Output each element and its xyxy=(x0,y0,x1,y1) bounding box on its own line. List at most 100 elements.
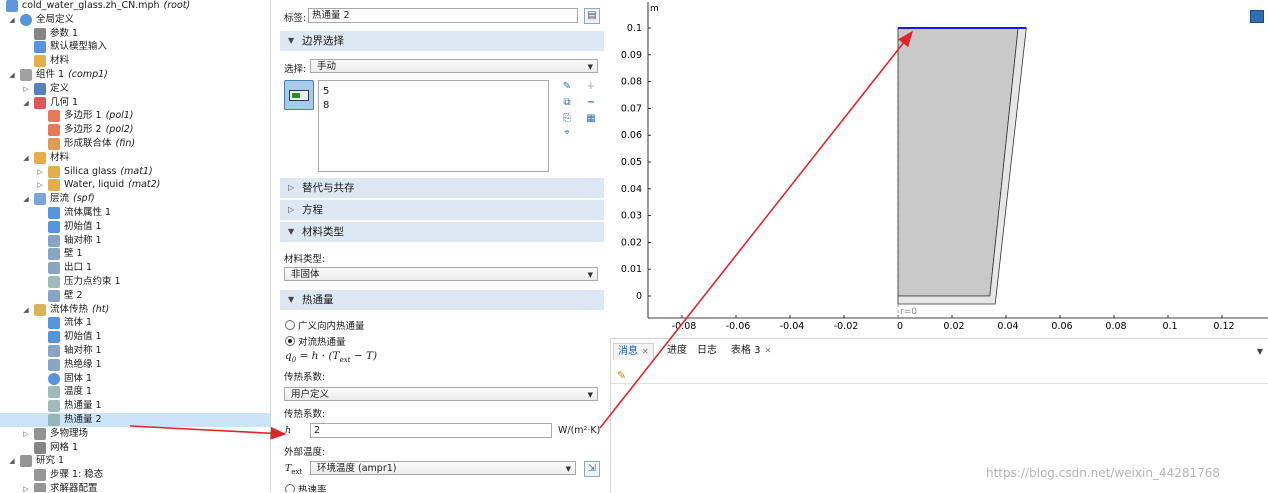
tree-item[interactable]: 热绝缘 1 xyxy=(0,358,270,372)
close-icon[interactable]: ✕ xyxy=(765,346,772,355)
tree-item[interactable]: 壁 2 xyxy=(0,289,270,303)
tree-item[interactable]: 压力点约束 1 xyxy=(0,275,270,289)
graphics-window[interactable]: m 0.1 0.09 0.08 0.07 0.06 0.05 0.04 0.03 0.02 0.01… xyxy=(612,0,1268,332)
section-equation[interactable]: ▷ 方程 xyxy=(280,200,604,220)
tree-item[interactable]: 轴对称 1 xyxy=(0,234,270,248)
close-icon[interactable]: ✕ xyxy=(642,347,649,356)
radio-general-inward[interactable] xyxy=(285,320,295,330)
tree-item-label: 多边形 1 (pol1) xyxy=(64,110,134,122)
messages-tab[interactable]: 进度 xyxy=(663,343,691,359)
graphics-toolbar-icon[interactable] xyxy=(1250,10,1264,23)
tree-item[interactable]: ▷ Water, liquid (mat2) xyxy=(0,178,270,192)
geometry-plot[interactable]: m 0.1 0.09 0.08 0.07 0.06 0.05 0.04 0.03 0.02 0.01… xyxy=(612,0,1268,332)
ext-temp-dropdown[interactable]: 环境温度 (ampr1) ▼ xyxy=(310,461,576,475)
y-tick-label: 0.06 xyxy=(621,130,642,141)
tree-item[interactable]: 热通量 2 xyxy=(0,413,270,427)
section-boundary-selection[interactable]: ▼ 边界选择 xyxy=(280,31,604,51)
tree-item[interactable]: ▷ Silica glass (mat1) xyxy=(0,165,270,179)
messages-tab[interactable]: 消息 ✕ xyxy=(613,343,654,360)
tree-item[interactable]: ▷ 定义 xyxy=(0,82,270,96)
add-to-selection-icon[interactable]: ✎ xyxy=(560,80,574,94)
tree-item[interactable]: 热通量 1 xyxy=(0,399,270,413)
go-to-source-icon[interactable]: ⇲ xyxy=(584,461,600,477)
messages-tab[interactable]: 表格 3 ✕ xyxy=(727,343,775,359)
tree-item[interactable]: 固体 1 xyxy=(0,372,270,386)
y-tick-label: 0.07 xyxy=(621,103,642,114)
tree-item[interactable]: ◢ 层流 (spf) xyxy=(0,192,270,206)
label-icon[interactable]: ▤ xyxy=(584,8,600,24)
expand-icon[interactable]: ▷ xyxy=(22,482,30,492)
label-field[interactable]: 热通量 2 xyxy=(308,8,578,23)
remove-icon[interactable]: − xyxy=(584,96,598,110)
chevron-down-icon[interactable]: ▼ xyxy=(1257,347,1263,356)
copy-selection-icon[interactable]: ⧉ xyxy=(560,96,574,110)
add-icon[interactable]: + xyxy=(584,80,598,94)
boundary-list-item[interactable]: 8 xyxy=(323,99,329,113)
tree-item[interactable]: 形成联合体 (fin) xyxy=(0,137,270,151)
parameter-icon xyxy=(34,27,46,40)
radio-heat-rate[interactable] xyxy=(285,484,295,492)
tree-item[interactable]: 轴对称 1 xyxy=(0,344,270,358)
tree-item[interactable]: 初始值 1 xyxy=(0,220,270,234)
tree-item[interactable]: 多边形 2 (pol2) xyxy=(0,123,270,137)
y-tick-label: 0.04 xyxy=(621,184,642,195)
collapse-icon[interactable]: ◢ xyxy=(22,303,30,317)
temperature-icon xyxy=(48,386,60,399)
collapse-icon[interactable]: ◢ xyxy=(8,68,16,82)
expand-icon[interactable]: ▷ xyxy=(22,82,30,96)
tree-item[interactable]: cold_water_glass.zh_CN.mph (root) xyxy=(0,0,270,13)
active-selection-button[interactable] xyxy=(284,80,314,110)
boundary-list[interactable]: 58 xyxy=(318,80,549,172)
tree-item[interactable]: ▷ 多物理场 xyxy=(0,427,270,441)
outlet-icon xyxy=(48,262,60,275)
tree-item[interactable]: ◢ 组件 1 (comp1) xyxy=(0,68,270,82)
collapse-icon[interactable]: ◢ xyxy=(8,13,16,27)
tree-item[interactable]: ◢ 流体传热 (ht) xyxy=(0,303,270,317)
expand-icon[interactable]: ▷ xyxy=(22,427,30,441)
collapse-icon[interactable]: ◢ xyxy=(22,192,30,206)
paste-selection-icon[interactable]: ⎘ xyxy=(560,112,574,126)
x-tick-label: -0.04 xyxy=(780,321,805,330)
tree-item[interactable]: ◢ 几何 1 xyxy=(0,96,270,110)
zoom-selection-icon[interactable]: ⌖ xyxy=(560,126,574,140)
section-heat-flux[interactable]: ▼ 热通量 xyxy=(280,290,604,310)
coefficient-dropdown[interactable]: 用户定义 ▼ xyxy=(284,387,598,401)
clear-selection-icon[interactable]: ▦ xyxy=(584,112,598,126)
stationary-step-icon xyxy=(34,469,46,482)
expand-icon[interactable]: ▷ xyxy=(36,165,44,179)
tree-item[interactable]: ◢ 材料 xyxy=(0,151,270,165)
expand-icon[interactable]: ▷ xyxy=(36,178,44,192)
tree-item[interactable]: 步骤 1: 稳态 xyxy=(0,468,270,482)
tree-item[interactable]: 网格 1 xyxy=(0,441,270,455)
boundary-list-item[interactable]: 5 xyxy=(323,85,329,99)
tree-item[interactable]: 多边形 1 (pol1) xyxy=(0,109,270,123)
tree-item[interactable]: 默认模型输入 xyxy=(0,40,270,54)
tree-item[interactable]: 流体属性 1 xyxy=(0,206,270,220)
tree-item[interactable]: 流体 1 xyxy=(0,316,270,330)
tree-item[interactable]: 出口 1 xyxy=(0,261,270,275)
h-input[interactable]: 2 xyxy=(310,423,552,438)
tree-item[interactable]: ◢ 全局定义 xyxy=(0,13,270,27)
tree-item[interactable]: 参数 1 xyxy=(0,27,270,41)
tree-item[interactable]: ▷ 求解器配置 xyxy=(0,482,270,492)
collapse-icon[interactable]: ◢ xyxy=(8,454,16,468)
initial-values-icon xyxy=(48,331,60,344)
messages-tab[interactable]: 日志 xyxy=(693,343,721,359)
collapse-icon: ▼ xyxy=(288,227,295,236)
selection-dropdown[interactable]: 手动 ▼ xyxy=(310,59,598,73)
material-type-dropdown[interactable]: 非固体 ▼ xyxy=(284,267,598,281)
clear-broom-icon[interactable]: ✎ xyxy=(617,369,626,382)
tree-item[interactable]: 材料 xyxy=(0,54,270,68)
tree-item[interactable]: 初始值 1 xyxy=(0,330,270,344)
multiphysics-icon xyxy=(34,427,46,440)
x-tick-label: 0.06 xyxy=(1051,321,1072,330)
collapse-icon[interactable]: ◢ xyxy=(22,96,30,110)
tree-item[interactable]: ◢ 研究 1 xyxy=(0,454,270,468)
section-material-type[interactable]: ▼ 材料类型 xyxy=(280,222,604,242)
radio-convective[interactable] xyxy=(285,336,295,346)
section-override[interactable]: ▷ 替代与共存 xyxy=(280,178,604,198)
tree-item-label: 几何 1 xyxy=(50,96,79,108)
tree-item[interactable]: 壁 1 xyxy=(0,247,270,261)
tree-item[interactable]: 温度 1 xyxy=(0,385,270,399)
collapse-icon[interactable]: ◢ xyxy=(22,151,30,165)
